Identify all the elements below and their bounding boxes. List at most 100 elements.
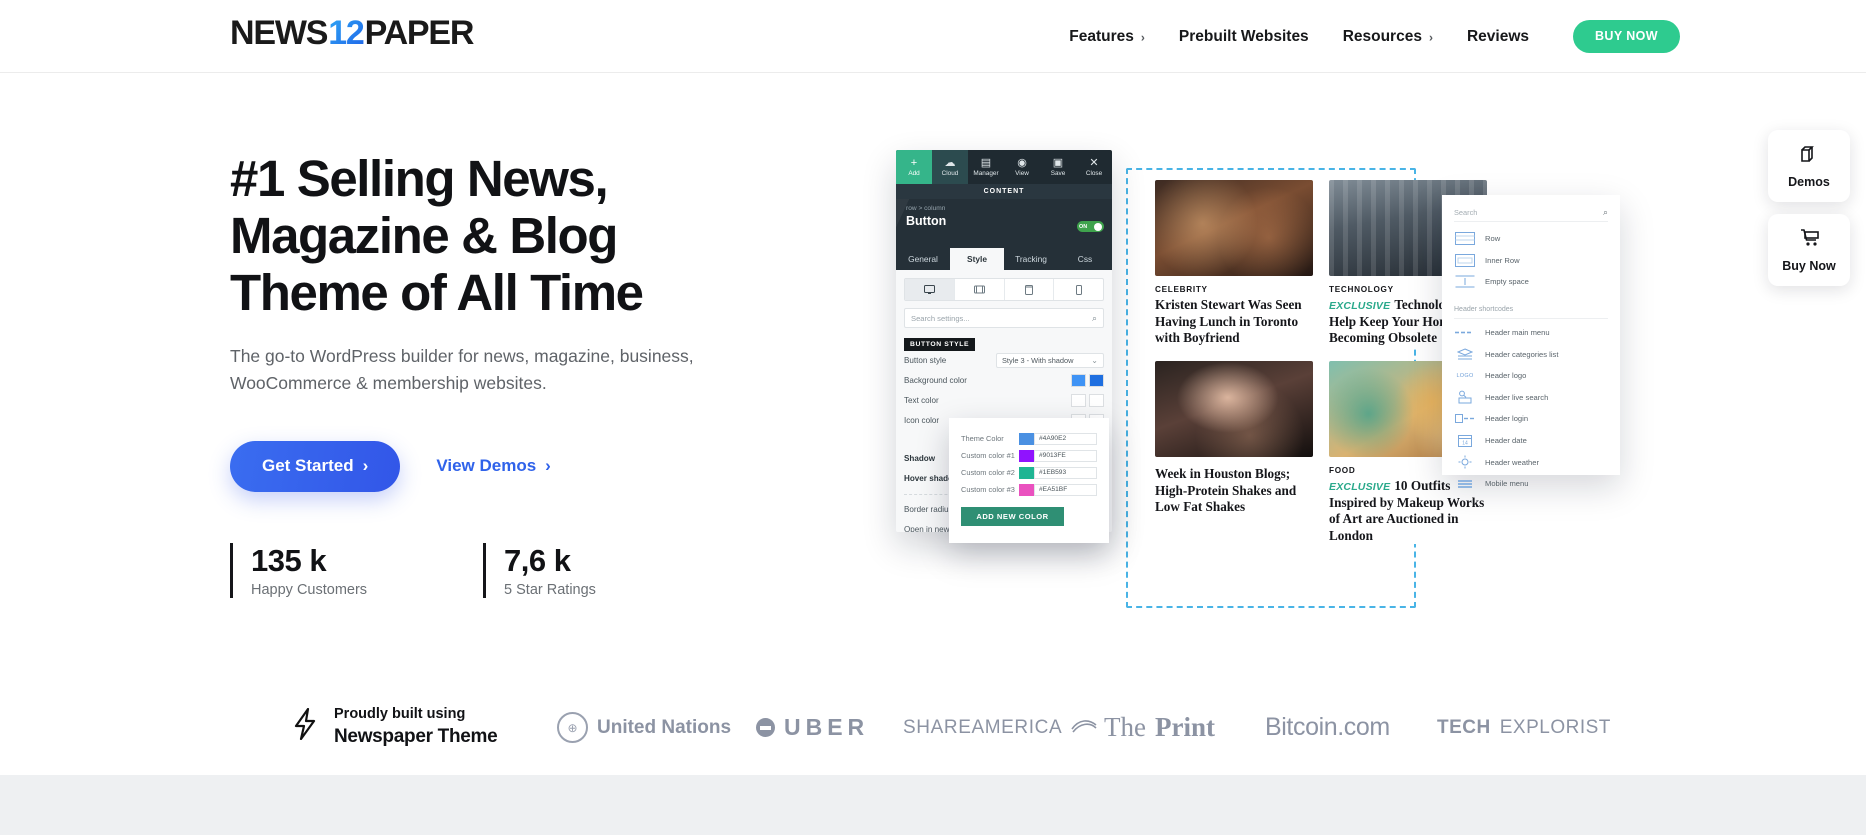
proudly-built-small: Proudly built using	[334, 705, 466, 722]
toolbar-manager-button[interactable]: ▤ Manager	[968, 150, 1004, 184]
shortcode-label: Inner Row	[1485, 255, 1520, 265]
stat-happy-customers: 135 k Happy Customers	[230, 543, 367, 598]
hero-subtitle: The go-to WordPress builder for news, ma…	[230, 346, 694, 394]
color-hex-input[interactable]: #9013FE	[1034, 449, 1097, 462]
buy-now-button[interactable]: BUY NOW	[1573, 20, 1680, 53]
color-chip[interactable]	[1019, 466, 1034, 479]
article-card[interactable]: Week in Houston Blogs; High-Protein Shak…	[1155, 360, 1313, 545]
shortcode-item-header-login[interactable]: Header login	[1454, 408, 1608, 430]
toolbar-label: Add	[908, 169, 920, 177]
setting-label: Background color	[904, 376, 967, 385]
toolbar-view-button[interactable]: ◉ View	[1004, 150, 1040, 184]
toolbar-add-button[interactable]: + Add	[896, 150, 932, 184]
united-nations-icon: ⊕	[557, 712, 588, 743]
desktop-icon[interactable]	[905, 279, 955, 300]
shortcode-panel: Search ⌕ Row Inner Row Empty space Heade…	[1442, 195, 1620, 488]
toolbar-close-button[interactable]: ✕ Close	[1076, 150, 1112, 184]
shortcode-label: Row	[1485, 234, 1501, 244]
tab-css[interactable]: Css	[1058, 248, 1112, 270]
shortcode-label: Header date	[1485, 436, 1527, 446]
add-new-color-button[interactable]: ADD NEW COLOR	[961, 507, 1064, 526]
tab-style[interactable]: Style	[950, 248, 1004, 270]
color-chip[interactable]	[1019, 483, 1034, 496]
shortcode-item-header-weather[interactable]: Header weather	[1454, 451, 1608, 473]
color-swatch[interactable]	[1089, 394, 1104, 407]
element-name: Button	[906, 214, 947, 228]
color-chip[interactable]	[1019, 449, 1034, 462]
article-card[interactable]: CELEBRITY Kristen Stewart Was Seen Havin…	[1155, 180, 1313, 347]
section-label: BUTTON STYLE	[904, 338, 976, 351]
tab-general[interactable]: General	[896, 248, 950, 270]
shortcode-item-header-live-search[interactable]: Header live search	[1454, 387, 1608, 409]
search-placeholder: Search settings...	[911, 313, 970, 323]
nav-item-prebuilt-websites[interactable]: Prebuilt Websites	[1179, 28, 1309, 46]
color-swatch[interactable]	[1071, 374, 1086, 387]
shortcode-section-header: Header shortcodes	[1454, 301, 1608, 319]
nav-item-resources[interactable]: Resources ›	[1343, 28, 1433, 46]
color-label: Custom color #2	[961, 468, 1015, 477]
tab-tracking[interactable]: Tracking	[1004, 248, 1058, 270]
floating-side-dock: Demos Buy Now	[1768, 130, 1850, 286]
shortcode-item-row[interactable]: Row	[1454, 228, 1608, 250]
shortcode-label: Header login	[1485, 414, 1529, 424]
text-color-swatches[interactable]	[1071, 394, 1104, 407]
shortcode-item-header-date[interactable]: 14 Header date	[1454, 430, 1608, 452]
view-demos-link[interactable]: View Demos ›	[436, 456, 551, 476]
lightning-bolt-icon	[292, 708, 318, 746]
page-bottom-strip	[0, 775, 1866, 835]
toolbar-label: Cloud	[941, 169, 959, 177]
settings-search-input[interactable]: Search settings... ⌕	[904, 308, 1104, 328]
shortcode-item-header-logo[interactable]: LOGO Header logo	[1454, 365, 1608, 387]
color-hex-input[interactable]: #4A90E2	[1034, 432, 1097, 445]
toolbar-cloud-button[interactable]: ☁ Cloud	[932, 150, 968, 184]
shortcode-item-header-categories-list[interactable]: Header categories list	[1454, 343, 1608, 365]
toolbar-save-button[interactable]: ▣ Save	[1040, 150, 1076, 184]
setting-label: Button style	[904, 356, 947, 365]
toolbar-label: Manager	[973, 169, 999, 177]
color-row-custom-1: Custom color #1 #9013FE	[961, 447, 1097, 464]
color-picker-popup: Theme Color #4A90E2 Custom color #1 #901…	[949, 418, 1109, 543]
demos-cube-icon	[1799, 144, 1819, 168]
background-color-swatches[interactable]	[1071, 374, 1104, 387]
shortcode-search-input[interactable]: Search ⌕	[1454, 204, 1608, 222]
brand-strip: Proudly built using Newspaper Theme ⊕ Un…	[0, 690, 1866, 765]
color-swatch[interactable]	[1089, 374, 1104, 387]
page-title: #1 Selling News, Magazine & Blog Theme o…	[230, 150, 644, 322]
setting-row-background-color: Background color	[904, 371, 1104, 391]
brand-label: United Nations	[597, 716, 732, 738]
shortcode-item-mobile-menu[interactable]: Mobile menu	[1454, 473, 1608, 495]
nav-item-features[interactable]: Features ›	[1069, 28, 1145, 46]
brand-label-part1: The	[1104, 712, 1146, 742]
search-icon: ⌕	[1602, 207, 1608, 217]
toolbar-label: View	[1015, 169, 1029, 177]
tablet-icon[interactable]	[1005, 279, 1055, 300]
empty-space-icon	[1454, 275, 1476, 288]
dock-buy-now-button[interactable]: Buy Now	[1768, 214, 1850, 286]
element-toggle[interactable]: ON	[1077, 221, 1104, 232]
svg-text:14: 14	[1462, 441, 1468, 447]
shortcode-item-header-main-menu[interactable]: Header main menu	[1454, 322, 1608, 344]
shortcode-item-inner-row[interactable]: Inner Row	[1454, 250, 1608, 272]
tablet-landscape-icon[interactable]	[955, 279, 1005, 300]
brand-tech-explorist: TECH EXPLORIST	[1437, 717, 1611, 739]
color-chip[interactable]	[1019, 432, 1034, 445]
categories-list-icon	[1454, 348, 1476, 361]
shortcode-item-empty-space[interactable]: Empty space	[1454, 271, 1608, 293]
shortcode-label: Empty space	[1485, 277, 1529, 287]
chevron-right-icon: ›	[1428, 30, 1433, 44]
builder-toolbar: + Add ☁ Cloud ▤ Manager ◉ View ▣ Save ✕ …	[896, 150, 1112, 184]
button-style-select[interactable]: Style 3 - With shadow ⌄	[996, 353, 1104, 368]
toggle-knob	[1094, 222, 1102, 231]
nav-item-reviews[interactable]: Reviews	[1467, 28, 1529, 46]
brand-label-part2: EXPLORIST	[1499, 716, 1611, 738]
mobile-icon[interactable]	[1054, 279, 1103, 300]
color-swatch[interactable]	[1071, 394, 1086, 407]
color-hex-input[interactable]: #1EB593	[1034, 466, 1097, 479]
color-label: Theme Color	[961, 434, 1004, 443]
get-started-button[interactable]: Get Started ›	[230, 440, 401, 492]
color-hex-input[interactable]: #EA51BF	[1034, 483, 1097, 496]
site-logo[interactable]: NEWS12PAPER	[230, 16, 474, 50]
chevron-down-icon: ⌄	[1091, 356, 1098, 365]
eye-icon: ◉	[1017, 156, 1027, 169]
dock-demos-button[interactable]: Demos	[1768, 130, 1850, 202]
